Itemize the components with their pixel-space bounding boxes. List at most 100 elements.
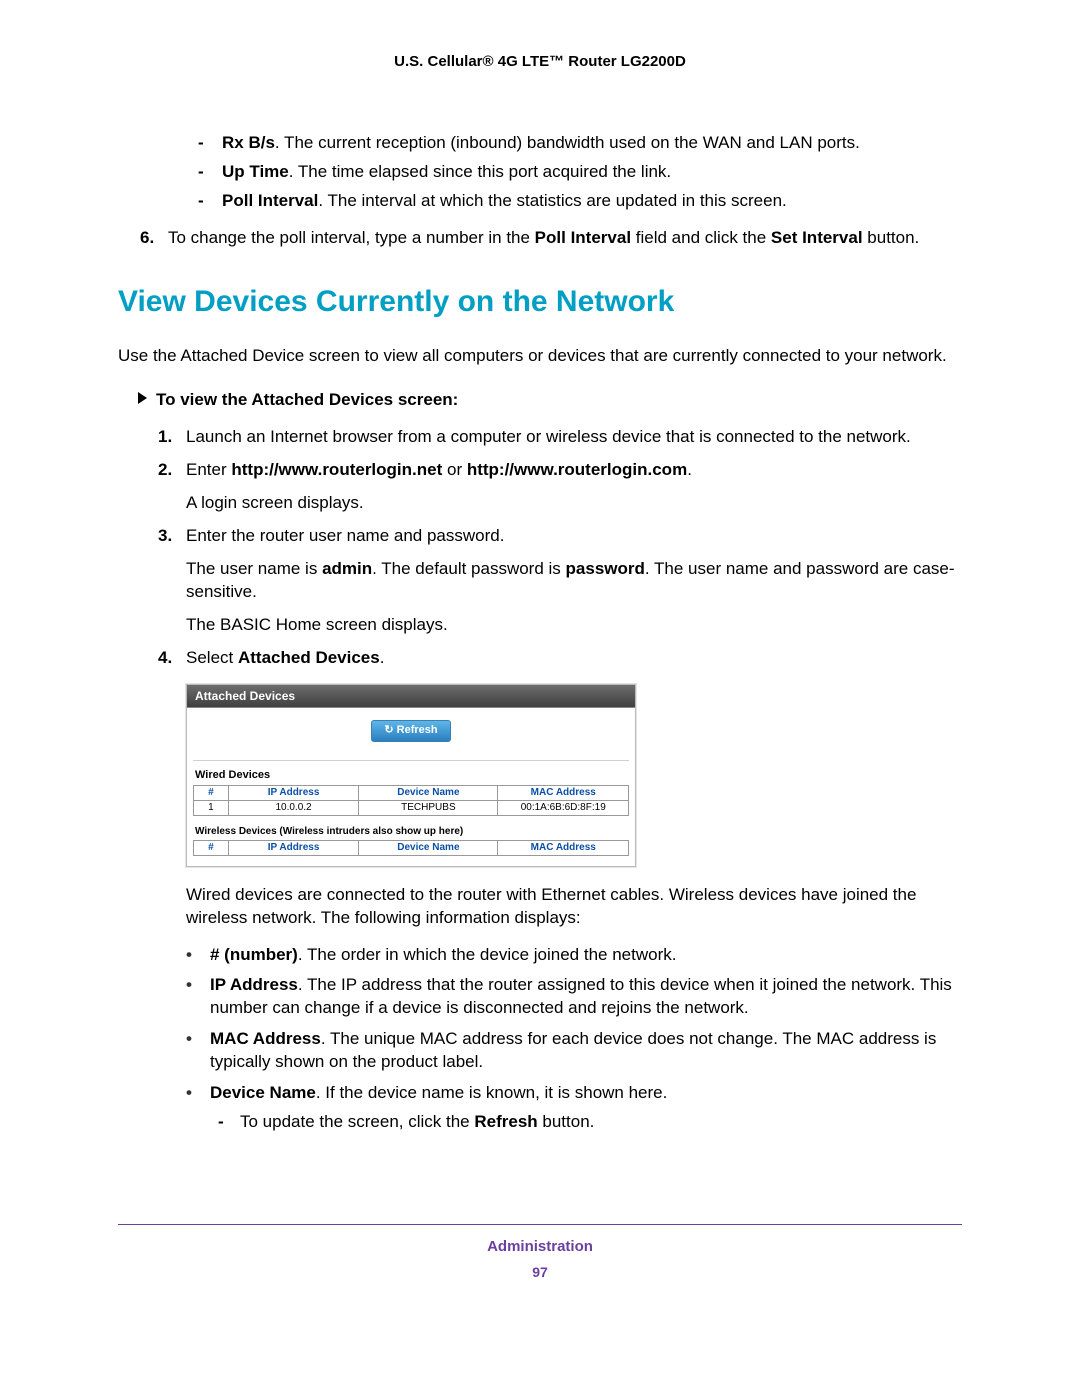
- refresh-button[interactable]: ↻ Refresh: [371, 720, 450, 742]
- wireless-devices-table: # IP Address Device Name MAC Address: [193, 840, 629, 856]
- term-device-name: Device Name: [210, 1083, 316, 1102]
- bold-text: Poll Interval: [535, 228, 631, 247]
- panel-body: ↻ Refresh Wired Devices # IP Address Dev…: [187, 708, 635, 865]
- panel-title: Attached Devices: [187, 685, 635, 708]
- field-definition-list: # (number). The order in which the devic…: [186, 944, 962, 1135]
- bold-text: admin: [322, 559, 372, 578]
- step-2: 2. Enter http://www.routerlogin.net or h…: [158, 459, 962, 515]
- cell-mac: 00:1A:6B:6D:8F:19: [498, 800, 629, 815]
- def-ip: . The IP address that the router assigne…: [210, 975, 952, 1017]
- intro-paragraph: Use the Attached Device screen to view a…: [118, 345, 962, 368]
- table-row: 1 10.0.0.2 TECHPUBS 00:1A:6B:6D:8F:19: [194, 800, 629, 815]
- term-rx-bs: Rx B/s: [222, 133, 275, 152]
- task-label: To view the Attached Devices screen:: [156, 390, 458, 409]
- arrow-icon: [138, 392, 147, 404]
- text: .: [687, 460, 692, 479]
- step-1: 1. Launch an Internet browser from a com…: [158, 426, 962, 449]
- page-number: 97: [118, 1263, 962, 1282]
- refresh-row: ↻ Refresh: [193, 714, 629, 761]
- footer-section: Administration: [118, 1237, 962, 1257]
- step-result: A login screen displays.: [186, 492, 962, 515]
- term-ip: IP Address: [210, 975, 298, 994]
- def-device-name: . If the device name is known, it is sho…: [316, 1083, 668, 1102]
- step-text: Launch an Internet browser from a comput…: [186, 426, 962, 449]
- step-number: 2.: [158, 459, 172, 482]
- url-text: http://www.routerlogin.com: [467, 460, 687, 479]
- text: or: [442, 460, 467, 479]
- procedure-list: 1. Launch an Internet browser from a com…: [158, 426, 962, 670]
- text: button.: [863, 228, 920, 247]
- step-4: 4. Select Attached Devices.: [158, 647, 962, 670]
- wired-devices-table: # IP Address Device Name MAC Address 1 1…: [193, 785, 629, 816]
- col-name: Device Name: [359, 785, 498, 800]
- bold-text: Set Interval: [771, 228, 863, 247]
- list-item: Up Time. The time elapsed since this por…: [198, 161, 962, 184]
- term-mac: MAC Address: [210, 1029, 321, 1048]
- task-heading: To view the Attached Devices screen:: [138, 389, 962, 412]
- section-heading: View Devices Currently on the Network: [118, 282, 962, 323]
- def-uptime: . The time elapsed since this port acqui…: [289, 162, 671, 181]
- sub-list: To update the screen, click the Refresh …: [218, 1111, 962, 1134]
- text: field and click the: [631, 228, 771, 247]
- footer-rule: [118, 1224, 962, 1225]
- list-item: To update the screen, click the Refresh …: [218, 1111, 962, 1134]
- step-number: 4.: [158, 647, 172, 670]
- term-uptime: Up Time: [222, 162, 289, 181]
- bold-text: password: [566, 559, 645, 578]
- wired-devices-label: Wired Devices: [195, 769, 629, 782]
- table-header-row: # IP Address Device Name MAC Address: [194, 840, 629, 855]
- list-item: Rx B/s. The current reception (inbound) …: [198, 132, 962, 155]
- page-footer: Administration 97: [118, 1237, 962, 1282]
- step-3: 3. Enter the router user name and passwo…: [158, 525, 962, 637]
- definition-list-continued: Rx B/s. The current reception (inbound) …: [198, 132, 962, 213]
- document-header: U.S. Cellular® 4G LTE™ Router LG2200D: [118, 52, 962, 72]
- bold-text: Refresh: [474, 1112, 537, 1131]
- cell-num: 1: [194, 800, 229, 815]
- def-rx-bs: . The current reception (inbound) bandwi…: [275, 133, 860, 152]
- col-mac: MAC Address: [498, 840, 629, 855]
- step-number: 6.: [140, 227, 168, 250]
- attached-devices-panel: Attached Devices ↻ Refresh Wired Devices…: [186, 684, 636, 867]
- text: . The default password is: [372, 559, 565, 578]
- col-ip: IP Address: [228, 785, 359, 800]
- list-item: # (number). The order in which the devic…: [186, 944, 962, 967]
- step-note: The user name is admin. The default pass…: [186, 558, 962, 604]
- col-name: Device Name: [359, 840, 498, 855]
- step-text: Enter http://www.routerlogin.net or http…: [186, 459, 962, 482]
- col-num: #: [194, 840, 229, 855]
- def-pollint: . The interval at which the statistics a…: [318, 191, 786, 210]
- refresh-icon: ↻: [384, 724, 393, 736]
- text: Select: [186, 648, 238, 667]
- cell-name: TECHPUBS: [359, 800, 498, 815]
- col-ip: IP Address: [228, 840, 359, 855]
- col-num: #: [194, 785, 229, 800]
- bold-text: Attached Devices: [238, 648, 380, 667]
- refresh-label: Refresh: [397, 724, 438, 736]
- cell-ip: 10.0.0.2: [228, 800, 359, 815]
- step-6: 6. To change the poll interval, type a n…: [140, 227, 962, 250]
- text: To update the screen, click the: [240, 1112, 474, 1131]
- text: The user name is: [186, 559, 322, 578]
- list-item: Device Name. If the device name is known…: [186, 1082, 962, 1134]
- list-item: MAC Address. The unique MAC address for …: [186, 1028, 962, 1074]
- term-number: # (number): [210, 945, 298, 964]
- wireless-devices-label: Wireless Devices (Wireless intruders als…: [195, 826, 629, 838]
- text: To change the poll interval, type a numb…: [168, 228, 535, 247]
- step-result: The BASIC Home screen displays.: [186, 614, 962, 637]
- list-item: Poll Interval. The interval at which the…: [198, 190, 962, 213]
- step-number: 3.: [158, 525, 172, 548]
- step-text: Select Attached Devices.: [186, 647, 962, 670]
- url-text: http://www.routerlogin.net: [231, 460, 442, 479]
- after-panel-paragraph: Wired devices are connected to the route…: [186, 884, 962, 930]
- col-mac: MAC Address: [498, 785, 629, 800]
- list-item: IP Address. The IP address that the rout…: [186, 974, 962, 1020]
- step-text: To change the poll interval, type a numb…: [168, 227, 919, 250]
- text: .: [380, 648, 385, 667]
- text: button.: [538, 1112, 595, 1131]
- term-pollint: Poll Interval: [222, 191, 318, 210]
- step-number: 1.: [158, 426, 172, 449]
- text: Enter: [186, 460, 231, 479]
- def-number: . The order in which the device joined t…: [298, 945, 677, 964]
- table-header-row: # IP Address Device Name MAC Address: [194, 785, 629, 800]
- step-text: Enter the router user name and password.: [186, 525, 962, 548]
